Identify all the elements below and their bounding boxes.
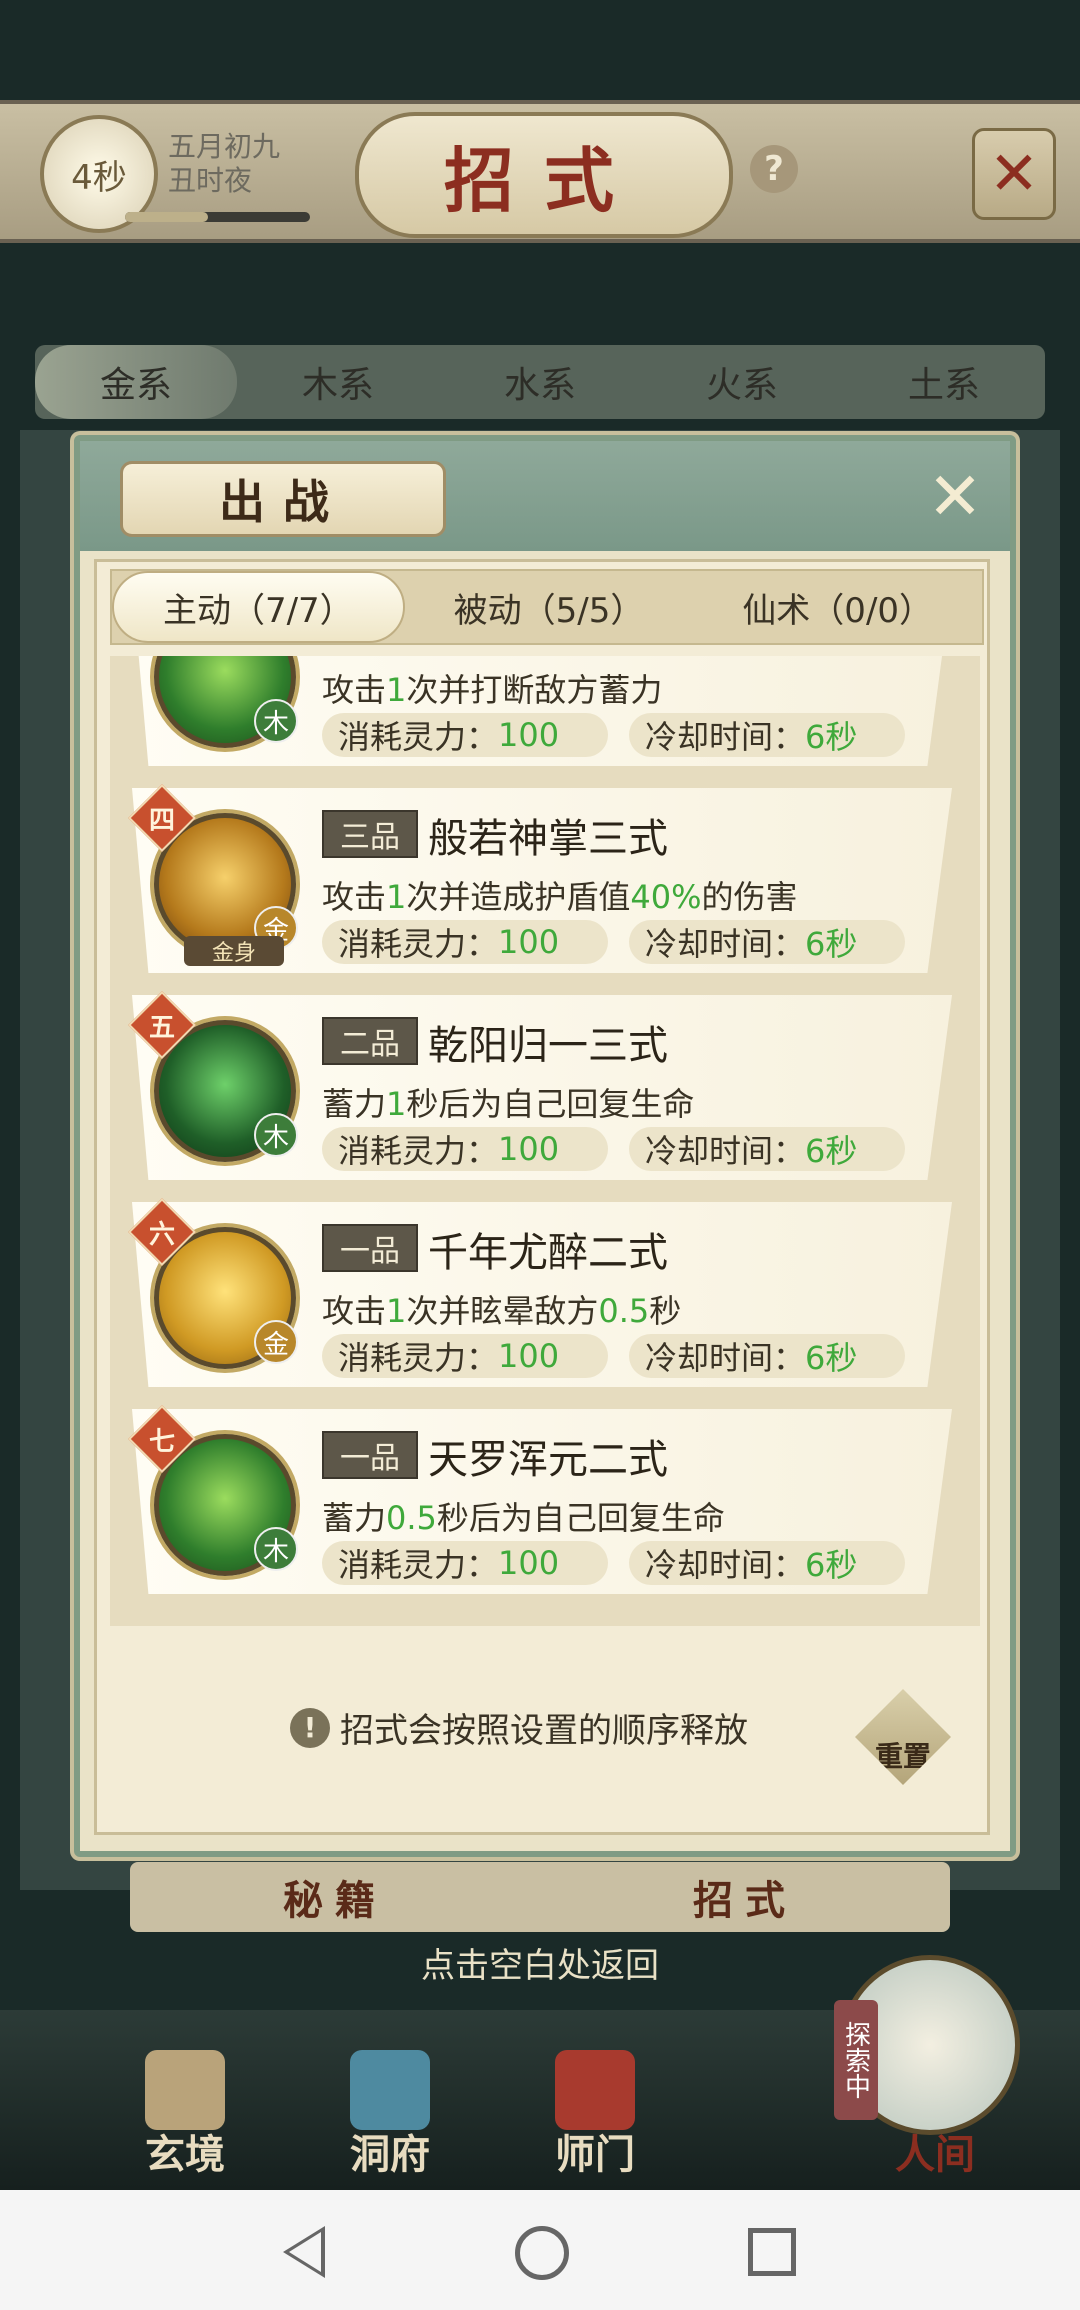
date-line-2: 丑时夜 bbox=[168, 164, 253, 197]
skill-grade: 三品 bbox=[322, 810, 418, 858]
recent-apps-icon[interactable] bbox=[748, 2228, 796, 2276]
game-date: 五月初九 丑时夜 bbox=[168, 130, 280, 198]
tab-active-skills[interactable]: 主动（7/7） bbox=[112, 571, 405, 643]
order-note: ! 招式会按照设置的顺序释放 bbox=[290, 1703, 748, 1752]
skill-cooldown: 冷却时间： 6秒 bbox=[629, 1334, 905, 1378]
skill-cost: 消耗灵力： 100 bbox=[322, 1334, 608, 1378]
modal-title: 出战 bbox=[120, 461, 446, 537]
skill-item[interactable]: 木 攻击1次并打断敌方蓄力 消耗灵力： 100 冷却时间： 6秒 bbox=[132, 656, 952, 766]
tab-water[interactable]: 水系 bbox=[439, 345, 641, 419]
skill-desc: 蓄力0.5秒后为自己回复生命 bbox=[322, 1499, 725, 1537]
rank-number: 七 bbox=[148, 1426, 175, 1457]
nav-dongfu[interactable]: 洞府 bbox=[325, 2050, 455, 2180]
info-icon: ! bbox=[290, 1707, 330, 1748]
time-progress-bar bbox=[125, 212, 310, 222]
rank-number: 六 bbox=[148, 1219, 175, 1250]
nav-renjian[interactable]: 人间 bbox=[870, 2050, 1000, 2180]
date-line-1: 五月初九 bbox=[168, 130, 281, 163]
nav-xuanjing[interactable]: 玄境 bbox=[120, 2050, 250, 2180]
tab-passive-skills[interactable]: 被动（5/5） bbox=[405, 571, 694, 643]
note-text: 招式会按照设置的顺序释放 bbox=[340, 1711, 748, 1751]
back-icon[interactable] bbox=[283, 2226, 325, 2278]
deploy-modal: 出战 ✕ 主动（7/7） 被动（5/5） 仙术（0/0） 木 攻击1次并打断敌方… bbox=[74, 435, 1016, 1857]
game-screen: 4秒 五月初九 丑时夜 招式 ? ✕ 金系 木系 水系 火系 土系 出战 ✕ 主… bbox=[0, 0, 1080, 2190]
rank-number: 五 bbox=[148, 1012, 175, 1043]
element-badge: 木 bbox=[254, 1527, 298, 1571]
skill-cooldown: 冷却时间： 6秒 bbox=[629, 920, 905, 964]
skill-list[interactable]: 木 攻击1次并打断敌方蓄力 消耗灵力： 100 冷却时间： 6秒 四 金 金身 三品… bbox=[110, 656, 980, 1626]
scroll-icon bbox=[145, 2050, 225, 2130]
skill-desc: 攻击1次并打断敌方蓄力 bbox=[322, 671, 663, 709]
tab-earth[interactable]: 土系 bbox=[843, 345, 1045, 419]
tab-manuals[interactable]: 秘籍 bbox=[130, 1862, 540, 1932]
tab-wood[interactable]: 木系 bbox=[237, 345, 439, 419]
page-title: 招式 bbox=[355, 112, 733, 238]
nav-shimen[interactable]: 师门 bbox=[530, 2050, 660, 2180]
element-badge: 木 bbox=[254, 1113, 298, 1157]
tab-fire[interactable]: 火系 bbox=[641, 345, 843, 419]
skill-cost: 消耗灵力： 100 bbox=[322, 1127, 608, 1171]
rank-number: 四 bbox=[148, 805, 175, 836]
close-x-icon[interactable]: ✕ bbox=[920, 458, 990, 535]
bottom-tabs: 秘籍 招式 bbox=[130, 1862, 950, 1932]
element-tabs: 金系 木系 水系 火系 土系 bbox=[35, 345, 1045, 419]
skill-desc: 攻击1次并眩晕敌方0.5秒 bbox=[322, 1292, 682, 1330]
close-x-icon[interactable]: ✕ bbox=[972, 128, 1056, 220]
tab-immortal-arts[interactable]: 仙术（0/0） bbox=[693, 571, 982, 643]
skill-desc: 蓄力1秒后为自己回复生命 bbox=[322, 1085, 695, 1123]
tab-metal[interactable]: 金系 bbox=[35, 345, 237, 419]
skill-type-tabs: 主动（7/7） 被动（5/5） 仙术（0/0） bbox=[110, 569, 984, 645]
time-progress-fill bbox=[125, 212, 209, 222]
skill-name: 千年尤醉二式 bbox=[428, 1230, 668, 1276]
skill-cooldown: 冷却时间： 6秒 bbox=[629, 713, 905, 757]
skill-item[interactable]: 四 金 金身 三品 般若神掌三式 攻击1次并造成护盾值40%的伤害 消耗灵力： 1… bbox=[128, 784, 952, 973]
pavilion-icon bbox=[350, 2050, 430, 2130]
skill-cost: 消耗灵力： 100 bbox=[322, 920, 608, 964]
skill-item[interactable]: 六 金 一品 千年尤醉二式 攻击1次并眩晕敌方0.5秒 消耗灵力： 100 冷却时… bbox=[128, 1198, 952, 1387]
skill-grade: 二品 bbox=[322, 1017, 418, 1065]
home-icon[interactable] bbox=[515, 2226, 569, 2280]
question-icon[interactable]: ? bbox=[750, 145, 798, 193]
skill-item[interactable]: 五 木 二品 乾阳归一三式 蓄力1秒后为自己回复生命 消耗灵力： 100 冷却时间… bbox=[128, 991, 952, 1180]
skill-name: 乾阳归一三式 bbox=[428, 1023, 668, 1069]
status-badge: 金身 bbox=[184, 936, 284, 966]
skill-cost: 消耗灵力： 100 bbox=[322, 713, 608, 757]
skill-item[interactable]: 七 木 一品 天罗浑元二式 蓄力0.5秒后为自己回复生命 消耗灵力： 100 冷却… bbox=[128, 1405, 952, 1594]
element-badge: 金 bbox=[254, 1320, 298, 1364]
skill-cost: 消耗灵力： 100 bbox=[322, 1541, 608, 1585]
skill-name: 般若神掌三式 bbox=[428, 816, 668, 862]
skill-name: 天罗浑元二式 bbox=[428, 1437, 668, 1483]
banner-icon bbox=[555, 2050, 635, 2130]
skill-grade: 一品 bbox=[322, 1431, 418, 1479]
skill-cooldown: 冷却时间： 6秒 bbox=[629, 1541, 905, 1585]
skill-cooldown: 冷却时间： 6秒 bbox=[629, 1127, 905, 1171]
skill-grade: 一品 bbox=[322, 1224, 418, 1272]
tab-moves[interactable]: 招式 bbox=[540, 1862, 950, 1932]
element-badge: 木 bbox=[254, 699, 298, 743]
skill-desc: 攻击1次并造成护盾值40%的伤害 bbox=[322, 878, 798, 916]
